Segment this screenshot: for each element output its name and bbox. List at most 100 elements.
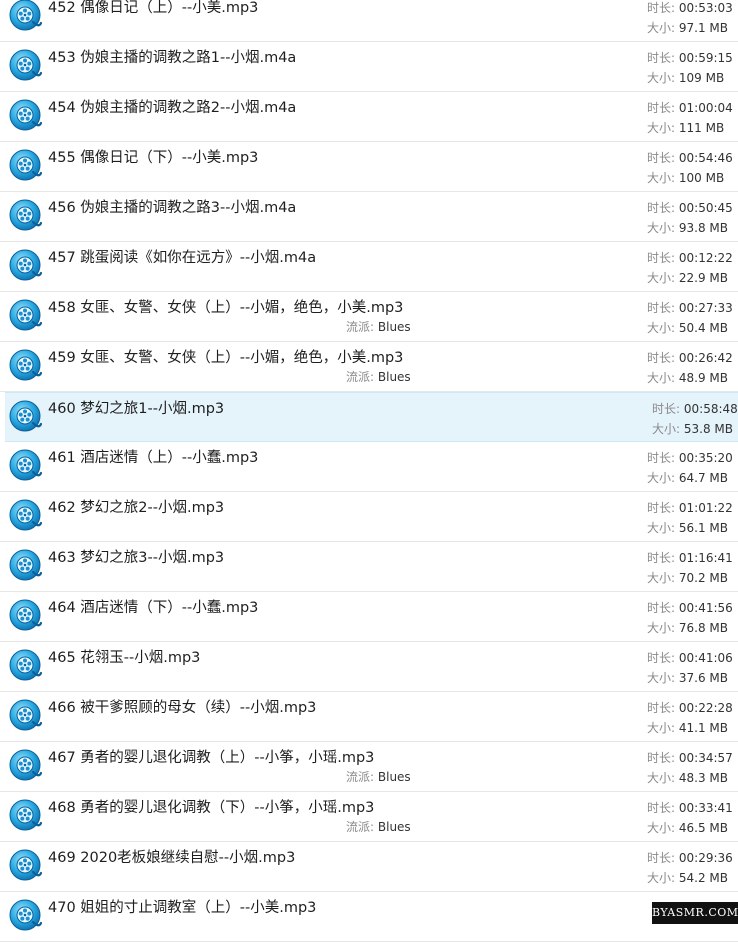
duration-value: 00:53:03 [678,1,733,15]
size-info: 大小: 97.1 MB [647,21,728,35]
size-label: 大小: [647,171,676,185]
size-info: 大小: 22.9 MB [647,271,728,285]
duration-label: 时长: [647,651,676,665]
size-value: 64.7 MB [678,471,728,485]
file-title: 467 勇者的婴儿退化调教（上）--小筝，小瑶.mp3 [48,750,375,766]
duration-label: 时长: [647,51,676,65]
media-player-icon [8,748,43,782]
size-value: 48.3 MB [678,771,728,785]
list-item[interactable]: 469 2020老板娘继续自慰--小烟.mp3 时长: 00:29:36 大小: 5… [0,842,738,892]
size-label: 大小: [647,671,676,685]
file-title: 455 偶像日记（下）--小美.mp3 [48,150,259,166]
file-title: 464 酒店迷情（下）--小蠢.mp3 [48,600,259,616]
size-value: 37.6 MB [678,671,728,685]
size-info: 大小: 70.2 MB [647,571,728,585]
list-item[interactable]: 467 勇者的婴儿退化调教（上）--小筝，小瑶.mp3 流派: Blues 时长: … [0,742,738,792]
media-player-icon [8,48,43,82]
size-label: 大小: [647,771,676,785]
file-title: 452 偶像日记（上）--小美.mp3 [48,0,259,16]
size-value: 100 MB [678,171,725,185]
duration-value: 00:41:06 [678,651,733,665]
size-value: 111 MB [678,121,725,135]
duration-label: 时长: [647,151,676,165]
duration-label: 时长: [647,301,676,315]
duration-info: 时长: 00:58:48 [652,402,738,416]
duration-value: 00:59:15 [678,51,733,65]
list-item[interactable]: 461 酒店迷情（上）--小蠢.mp3 时长: 00:35:20 大小: 64.7 … [0,442,738,492]
duration-value: 00:22:28 [678,701,733,715]
file-title: 459 女匪、女警、女侠（上）--小媚，绝色，小美.mp3 [48,350,404,366]
size-info: 大小: 46.5 MB [647,821,728,835]
duration-value: 01:00:04 [678,101,733,115]
size-label: 大小: [647,821,676,835]
duration-info: 时长: 00:22:28 [647,701,733,715]
file-title: 462 梦幻之旅2--小烟.mp3 [48,500,225,516]
media-player-icon [8,498,43,532]
duration-label: 时长: [647,101,676,115]
duration-value: 00:26:42 [678,351,733,365]
media-player-icon [8,898,43,932]
duration-value: 00:12:22 [678,251,733,265]
duration-label: 时长: [652,402,681,416]
size-value: 97.1 MB [678,21,728,35]
media-player-icon [8,98,43,132]
duration-info: 时长: 00:33:41 [647,801,733,815]
size-value: 76.8 MB [678,621,728,635]
size-label: 大小: [647,471,676,485]
duration-info: 时长: 00:34:57 [647,751,733,765]
list-item[interactable]: 465 花翎玉--小烟.mp3 时长: 00:41:06 大小: 37.6 MB [0,642,738,692]
duration-label: 时长: [647,251,676,265]
genre-info: 流派: Blues [346,370,411,384]
size-info: 大小: 111 MB [647,121,724,135]
size-info: 大小: 56.1 MB [647,521,728,535]
file-title: 461 酒店迷情（上）--小蠢.mp3 [48,450,259,466]
media-player-icon [8,198,43,232]
list-item[interactable]: 453 伪娘主播的调教之路1--小烟.m4a 时长: 00:59:15 大小: 10… [0,42,738,92]
duration-info: 时长: 00:27:33 [647,301,733,315]
list-item[interactable]: 455 偶像日记（下）--小美.mp3 时长: 00:54:46 大小: 100 M… [0,142,738,192]
list-item[interactable]: 459 女匪、女警、女侠（上）--小媚，绝色，小美.mp3 流派: Blues 时长… [0,342,738,392]
duration-info: 时长: 00:50:45 [647,201,733,215]
duration-info: 时长: 00:35:20 [647,451,733,465]
list-item[interactable]: 454 伪娘主播的调教之路2--小烟.m4a 时长: 01:00:04 大小: 11… [0,92,738,142]
list-item[interactable]: 470 姐姐的寸止调教室（上）--小美.mp3 [0,892,738,942]
media-player-icon [8,0,43,32]
genre-label: 流派: [346,320,375,334]
file-list: 452 偶像日记（上）--小美.mp3 时长: 00:53:03 大小: 97.1 … [0,0,738,942]
size-value: 53.8 MB [683,422,733,436]
duration-label: 时长: [647,851,676,865]
size-label: 大小: [647,21,676,35]
duration-info: 时长: 01:16:41 [647,551,733,565]
size-label: 大小: [647,371,676,385]
duration-value: 00:41:56 [678,601,733,615]
file-title: 453 伪娘主播的调教之路1--小烟.m4a [48,50,297,66]
size-label: 大小: [647,871,676,885]
watermark: BYASMR.COM [652,902,738,924]
media-player-icon [8,348,43,382]
list-item[interactable]: 463 梦幻之旅3--小烟.mp3 时长: 01:16:41 大小: 70.2 MB [0,542,738,592]
duration-label: 时长: [647,801,676,815]
list-item[interactable]: 457 跳蛋阅读《如你在远方》--小烟.m4a 时长: 00:12:22 大小: 2… [0,242,738,292]
list-item[interactable]: 460 梦幻之旅1--小烟.mp3 时长: 00:58:48 大小: 53.8 MB [5,392,738,442]
duration-value: 00:34:57 [678,751,733,765]
file-title: 460 梦幻之旅1--小烟.mp3 [48,401,225,417]
duration-label: 时长: [647,601,676,615]
genre-info: 流派: Blues [346,320,411,334]
duration-value: 00:50:45 [678,201,733,215]
list-item[interactable]: 466 被干爹照顾的母女（续）--小烟.mp3 时长: 00:22:28 大小: 4… [0,692,738,742]
size-label: 大小: [647,571,676,585]
list-item[interactable]: 456 伪娘主播的调教之路3--小烟.m4a 时长: 00:50:45 大小: 93… [0,192,738,242]
list-item[interactable]: 464 酒店迷情（下）--小蠢.mp3 时长: 00:41:56 大小: 76.8 … [0,592,738,642]
list-item[interactable]: 452 偶像日记（上）--小美.mp3 时长: 00:53:03 大小: 97.1 … [0,0,738,42]
duration-info: 时长: 00:26:42 [647,351,733,365]
size-info: 大小: 100 MB [647,171,724,185]
list-item[interactable]: 468 勇者的婴儿退化调教（下）--小筝，小瑶.mp3 流派: Blues 时长: … [0,792,738,842]
duration-label: 时长: [647,751,676,765]
duration-value: 01:01:22 [678,501,733,515]
size-label: 大小: [647,121,676,135]
size-info: 大小: 76.8 MB [647,621,728,635]
genre-value: Blues [377,770,411,784]
list-item[interactable]: 458 女匪、女警、女侠（上）--小媚，绝色，小美.mp3 流派: Blues 时长… [0,292,738,342]
media-player-icon [8,448,43,482]
list-item[interactable]: 462 梦幻之旅2--小烟.mp3 时长: 01:01:22 大小: 56.1 MB [0,492,738,542]
